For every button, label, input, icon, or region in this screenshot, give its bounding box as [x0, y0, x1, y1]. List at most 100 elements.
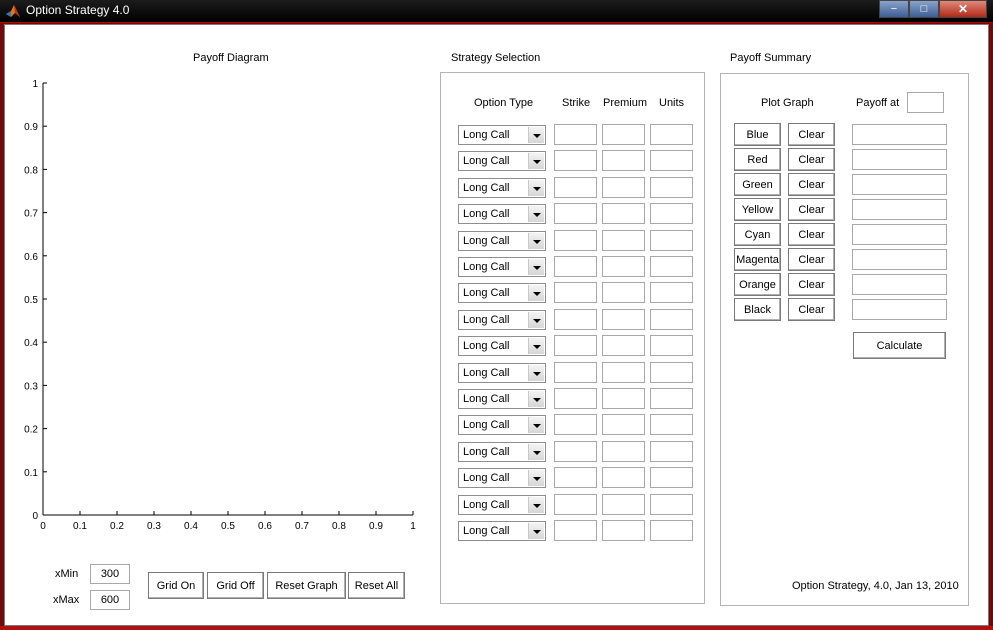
strike-input[interactable] — [554, 150, 597, 171]
close-button[interactable]: ✕ — [939, 0, 987, 18]
chevron-down-icon[interactable] — [528, 259, 544, 275]
units-input[interactable] — [650, 335, 693, 356]
payoff-green-output[interactable] — [852, 174, 947, 195]
clear-magenta-button[interactable]: Clear — [788, 248, 835, 271]
payoff-cyan-output[interactable] — [852, 224, 947, 245]
units-input[interactable] — [650, 520, 693, 541]
strike-input[interactable] — [554, 230, 597, 251]
reset-all-button[interactable]: Reset All — [348, 572, 405, 599]
option-type-select[interactable]: Long Call — [458, 521, 546, 541]
strike-input[interactable] — [554, 282, 597, 303]
chevron-down-icon[interactable] — [528, 127, 544, 143]
chevron-down-icon[interactable] — [528, 417, 544, 433]
option-type-select[interactable]: Long Call — [458, 495, 546, 515]
premium-input[interactable] — [602, 177, 645, 198]
strike-input[interactable] — [554, 414, 597, 435]
option-type-select[interactable]: Long Call — [458, 178, 546, 198]
option-type-select[interactable]: Long Call — [458, 257, 546, 277]
calculate-button[interactable]: Calculate — [853, 332, 946, 359]
premium-input[interactable] — [602, 388, 645, 409]
premium-input[interactable] — [602, 282, 645, 303]
payoff-orange-output[interactable] — [852, 274, 947, 295]
units-input[interactable] — [650, 309, 693, 330]
maximize-button[interactable]: □ — [909, 0, 939, 18]
option-type-select[interactable]: Long Call — [458, 204, 546, 224]
option-type-select[interactable]: Long Call — [458, 151, 546, 171]
strike-input[interactable] — [554, 203, 597, 224]
option-type-select[interactable]: Long Call — [458, 468, 546, 488]
chevron-down-icon[interactable] — [528, 153, 544, 169]
chevron-down-icon[interactable] — [528, 233, 544, 249]
premium-input[interactable] — [602, 414, 645, 435]
units-input[interactable] — [650, 203, 693, 224]
chevron-down-icon[interactable] — [528, 391, 544, 407]
strike-input[interactable] — [554, 177, 597, 198]
payoff-axes[interactable]: 1 0.9 0.8 0.7 0.6 0.5 0.4 0.3 0.2 0.1 00 0.1 0.2 0.3 0… — [5, 65, 435, 535]
premium-input[interactable] — [602, 150, 645, 171]
units-input[interactable] — [650, 441, 693, 462]
option-type-select[interactable]: Long Call — [458, 442, 546, 462]
xmin-input[interactable]: 300 — [90, 564, 130, 584]
chevron-down-icon[interactable] — [528, 338, 544, 354]
reset-graph-button[interactable]: Reset Graph — [267, 572, 346, 599]
strike-input[interactable] — [554, 441, 597, 462]
strike-input[interactable] — [554, 309, 597, 330]
units-input[interactable] — [650, 414, 693, 435]
chevron-down-icon[interactable] — [528, 444, 544, 460]
option-type-select[interactable]: Long Call — [458, 231, 546, 251]
strike-input[interactable] — [554, 335, 597, 356]
clear-cyan-button[interactable]: Clear — [788, 223, 835, 246]
units-input[interactable] — [650, 388, 693, 409]
payoff-red-output[interactable] — [852, 149, 947, 170]
grid-off-button[interactable]: Grid Off — [207, 572, 264, 599]
chevron-down-icon[interactable] — [528, 497, 544, 513]
units-input[interactable] — [650, 150, 693, 171]
chevron-down-icon[interactable] — [528, 285, 544, 301]
units-input[interactable] — [650, 282, 693, 303]
premium-input[interactable] — [602, 441, 645, 462]
premium-input[interactable] — [602, 362, 645, 383]
strike-input[interactable] — [554, 124, 597, 145]
option-type-select[interactable]: Long Call — [458, 310, 546, 330]
chevron-down-icon[interactable] — [528, 206, 544, 222]
clear-red-button[interactable]: Clear — [788, 148, 835, 171]
strike-input[interactable] — [554, 467, 597, 488]
premium-input[interactable] — [602, 467, 645, 488]
chevron-down-icon[interactable] — [528, 312, 544, 328]
option-type-select[interactable]: Long Call — [458, 125, 546, 145]
premium-input[interactable] — [602, 124, 645, 145]
strike-input[interactable] — [554, 520, 597, 541]
grid-on-button[interactable]: Grid On — [148, 572, 204, 599]
premium-input[interactable] — [602, 335, 645, 356]
clear-yellow-button[interactable]: Clear — [788, 198, 835, 221]
strike-input[interactable] — [554, 494, 597, 515]
xmax-input[interactable]: 600 — [90, 590, 130, 610]
premium-input[interactable] — [602, 256, 645, 277]
strike-input[interactable] — [554, 388, 597, 409]
units-input[interactable] — [650, 467, 693, 488]
clear-black-button[interactable]: Clear — [788, 298, 835, 321]
chevron-down-icon[interactable] — [528, 180, 544, 196]
option-type-select[interactable]: Long Call — [458, 363, 546, 383]
units-input[interactable] — [650, 494, 693, 515]
premium-input[interactable] — [602, 203, 645, 224]
units-input[interactable] — [650, 256, 693, 277]
payoff-magenta-output[interactable] — [852, 249, 947, 270]
plot-red-button[interactable]: Red — [734, 148, 781, 171]
premium-input[interactable] — [602, 494, 645, 515]
payoff-yellow-output[interactable] — [852, 199, 947, 220]
minimize-button[interactable]: − — [879, 0, 909, 18]
payoff-black-output[interactable] — [852, 299, 947, 320]
option-type-select[interactable]: Long Call — [458, 283, 546, 303]
plot-magenta-button[interactable]: Magenta — [734, 248, 781, 271]
title-bar[interactable]: Option Strategy 4.0 − □ ✕ — [0, 0, 993, 23]
plot-blue-button[interactable]: Blue — [734, 123, 781, 146]
chevron-down-icon[interactable] — [528, 470, 544, 486]
clear-blue-button[interactable]: Clear — [788, 123, 835, 146]
plot-green-button[interactable]: Green — [734, 173, 781, 196]
clear-orange-button[interactable]: Clear — [788, 273, 835, 296]
plot-orange-button[interactable]: Orange — [734, 273, 781, 296]
plot-yellow-button[interactable]: Yellow — [734, 198, 781, 221]
chevron-down-icon[interactable] — [528, 523, 544, 539]
plot-cyan-button[interactable]: Cyan — [734, 223, 781, 246]
